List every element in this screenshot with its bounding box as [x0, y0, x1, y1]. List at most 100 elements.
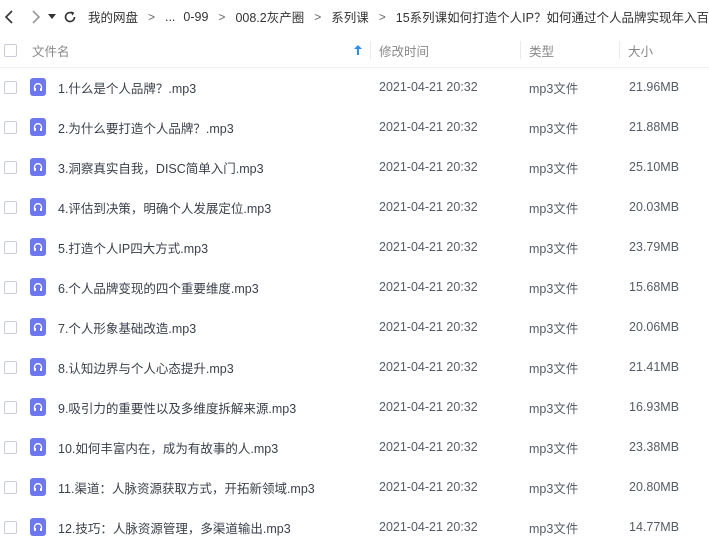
file-size: 20.06MB [629, 320, 680, 334]
breadcrumb-item-category[interactable]: 008.2灰产圈 [235, 7, 304, 26]
file-type: mp3文件 [529, 81, 579, 96]
row-checkbox[interactable] [4, 307, 17, 347]
audio-file-icon [30, 107, 46, 147]
refresh-button[interactable] [62, 6, 78, 28]
file-row[interactable]: 2.为什么要打造个人品牌？.mp3 2021-04-21 20:32 mp3文件 21… [0, 107, 709, 147]
breadcrumb: 我的网盘 > ... 0-99 > 008.2灰产圈 > 系列课 > 15系列课… [88, 7, 709, 26]
audio-file-icon [30, 307, 46, 347]
file-row[interactable]: 8.认知边界与个人心态提升.mp3 2021-04-21 20:32 mp3文件 21… [0, 347, 709, 387]
file-type: mp3文件 [529, 481, 579, 496]
file-size: 20.03MB [629, 200, 680, 214]
file-type: mp3文件 [529, 121, 579, 136]
row-checkbox[interactable] [4, 427, 17, 467]
file-row[interactable]: 1.什么是个人品牌？.mp3 2021-04-21 20:32 mp3文件 21.96… [0, 67, 709, 107]
column-header-name[interactable]: 文件名 [32, 33, 70, 67]
file-row[interactable]: 4.评估到决策，明确个人发展定位.mp3 2021-04-21 20:32 mp3文… [0, 187, 709, 227]
file-name[interactable]: 5.打造个人IP四大方式.mp3 [58, 227, 208, 267]
file-modified-time: 2021-04-21 20:32 [379, 80, 478, 94]
forward-button[interactable] [28, 6, 44, 28]
file-row[interactable]: 6.个人品牌变现的四个重要维度.mp3 2021-04-21 20:32 mp3文件… [0, 267, 709, 307]
column-divider [370, 41, 371, 59]
file-type: mp3文件 [529, 161, 579, 176]
breadcrumb-item-current[interactable]: 15系列课如何打造个人IP？如何通过个人品牌实现年入百 [396, 7, 709, 26]
column-header-type[interactable]: 类型 [529, 33, 554, 67]
file-row[interactable]: 7.个人形象基础改造.mp3 2021-04-21 20:32 mp3文件 20.06… [0, 307, 709, 347]
file-size: 21.88MB [629, 120, 680, 134]
file-modified-time: 2021-04-21 20:32 [379, 280, 478, 294]
audio-file-icon [30, 507, 46, 547]
file-row[interactable]: 9.吸引力的重要性以及多维度拆解来源.mp3 2021-04-21 20:32 mp… [0, 387, 709, 427]
row-checkbox[interactable] [4, 347, 17, 387]
breadcrumb-separator: > [378, 9, 386, 24]
file-name[interactable]: 7.个人形象基础改造.mp3 [58, 307, 196, 347]
breadcrumb-separator: > [218, 9, 226, 24]
file-modified-time: 2021-04-21 20:32 [379, 120, 478, 134]
row-checkbox[interactable] [4, 387, 17, 427]
row-checkbox[interactable] [4, 227, 17, 267]
row-checkbox[interactable] [4, 467, 17, 507]
file-modified-time: 2021-04-21 20:32 [379, 360, 478, 374]
file-modified-time: 2021-04-21 20:32 [379, 320, 478, 334]
audio-file-icon [30, 347, 46, 387]
file-modified-time: 2021-04-21 20:32 [379, 240, 478, 254]
file-modified-time: 2021-04-21 20:32 [379, 440, 478, 454]
file-name[interactable]: 9.吸引力的重要性以及多维度拆解来源.mp3 [58, 387, 296, 427]
navigation-toolbar: 我的网盘 > ... 0-99 > 008.2灰产圈 > 系列课 > 15系列课… [0, 0, 709, 33]
file-name[interactable]: 6.个人品牌变现的四个重要维度.mp3 [58, 267, 259, 307]
breadcrumb-item-series[interactable]: 系列课 [331, 7, 369, 26]
file-row[interactable]: 10.如何丰富内在，成为有故事的人.mp3 2021-04-21 20:32 mp3… [0, 427, 709, 467]
file-size: 25.10MB [629, 160, 680, 174]
file-size: 21.96MB [629, 80, 680, 94]
back-button[interactable] [2, 6, 18, 28]
chevron-left-icon [4, 9, 16, 24]
file-row[interactable]: 12.技巧：人脉资源管理，多渠道输出.mp3 2021-04-21 20:32 mp… [0, 507, 709, 547]
file-size: 20.80MB [629, 480, 680, 494]
breadcrumb-separator: > [147, 9, 155, 24]
file-type: mp3文件 [529, 441, 579, 456]
audio-file-icon [30, 427, 46, 467]
breadcrumb-item-root[interactable]: 我的网盘 [88, 7, 138, 26]
sort-ascending-icon[interactable] [354, 33, 362, 67]
file-size: 14.77MB [629, 520, 680, 534]
file-modified-time: 2021-04-21 20:32 [379, 160, 478, 174]
file-size: 23.79MB [629, 240, 680, 254]
row-checkbox[interactable] [4, 267, 17, 307]
breadcrumb-item-ellipsis[interactable]: ... [165, 10, 175, 24]
file-row[interactable]: 3.洞察真实自我，DISC简单入门.mp3 2021-04-21 20:32 mp3… [0, 147, 709, 187]
file-name[interactable]: 3.洞察真实自我，DISC简单入门.mp3 [58, 147, 264, 187]
file-row[interactable]: 5.打造个人IP四大方式.mp3 2021-04-21 20:32 mp3文件 23.… [0, 227, 709, 267]
column-divider [619, 41, 620, 59]
file-name[interactable]: 12.技巧：人脉资源管理，多渠道输出.mp3 [58, 507, 291, 547]
file-modified-time: 2021-04-21 20:32 [379, 200, 478, 214]
audio-file-icon [30, 227, 46, 267]
breadcrumb-separator: > [314, 9, 322, 24]
row-checkbox[interactable] [4, 147, 17, 187]
file-row[interactable]: 11.渠道：人脉资源获取方式，开拓新领域.mp3 2021-04-21 20:32… [0, 467, 709, 507]
file-modified-time: 2021-04-21 20:32 [379, 400, 478, 414]
file-modified-time: 2021-04-21 20:32 [379, 520, 478, 534]
file-type: mp3文件 [529, 321, 579, 336]
file-name[interactable]: 2.为什么要打造个人品牌？.mp3 [58, 107, 234, 147]
row-checkbox[interactable] [4, 107, 17, 147]
audio-file-icon [30, 387, 46, 427]
select-all-checkbox[interactable] [4, 33, 17, 67]
file-size: 23.38MB [629, 440, 680, 454]
file-name[interactable]: 1.什么是个人品牌？.mp3 [58, 67, 196, 107]
file-name[interactable]: 11.渠道：人脉资源获取方式，开拓新领域.mp3 [58, 467, 315, 507]
file-list-header: 文件名 修改时间 类型 大小 [0, 33, 709, 68]
column-header-modified[interactable]: 修改时间 [379, 33, 429, 67]
file-size: 21.41MB [629, 360, 680, 374]
audio-file-icon [30, 67, 46, 107]
row-checkbox[interactable] [4, 187, 17, 227]
breadcrumb-item-0-99[interactable]: 0-99 [183, 10, 208, 24]
history-dropdown-button[interactable] [46, 6, 58, 28]
row-checkbox[interactable] [4, 67, 17, 107]
file-name[interactable]: 4.评估到决策，明确个人发展定位.mp3 [58, 187, 271, 227]
column-header-size[interactable]: 大小 [628, 33, 653, 67]
file-name[interactable]: 10.如何丰富内在，成为有故事的人.mp3 [58, 427, 278, 467]
row-checkbox[interactable] [4, 507, 17, 547]
file-name[interactable]: 8.认知边界与个人心态提升.mp3 [58, 347, 234, 387]
chevron-right-icon [30, 9, 42, 24]
refresh-icon [63, 10, 77, 24]
file-size: 15.68MB [629, 280, 680, 294]
